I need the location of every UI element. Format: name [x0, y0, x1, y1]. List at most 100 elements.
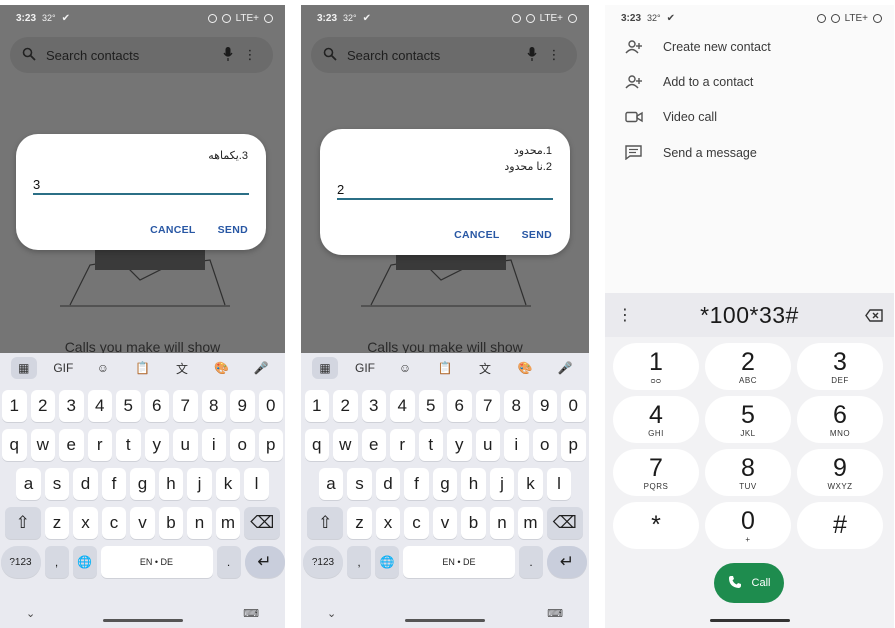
- key[interactable]: k: [518, 468, 543, 500]
- translate-icon[interactable]: 文: [472, 357, 498, 379]
- key[interactable]: f: [404, 468, 429, 500]
- sticker-icon[interactable]: ☺: [392, 357, 418, 379]
- key[interactable]: w: [30, 429, 55, 461]
- dialpad-key-6[interactable]: 6 MNO: [797, 396, 883, 443]
- key[interactable]: m: [518, 507, 543, 539]
- key[interactable]: r: [390, 429, 415, 461]
- key[interactable]: b: [461, 507, 486, 539]
- key[interactable]: h: [158, 468, 184, 500]
- mic-icon[interactable]: [217, 46, 239, 64]
- dialpad-key-2[interactable]: 2 ABC: [705, 343, 791, 390]
- key[interactable]: 0: [561, 390, 586, 422]
- gif-button[interactable]: GIF: [50, 357, 76, 379]
- dialpad-key-1[interactable]: 1 ᴑᴑ: [613, 343, 699, 390]
- keyboard-switch-icon[interactable]: ⌨: [243, 607, 259, 620]
- key[interactable]: p: [258, 429, 283, 461]
- backspace-key[interactable]: ⌫: [244, 507, 281, 539]
- language-globe-icon[interactable]: 🌐: [375, 546, 399, 578]
- key[interactable]: j: [489, 468, 515, 500]
- key[interactable]: g: [432, 468, 458, 500]
- key[interactable]: q: [304, 429, 329, 461]
- create-contact-item[interactable]: Create new contact: [625, 40, 771, 54]
- dialpad-key-hash[interactable]: #: [797, 502, 883, 549]
- key[interactable]: c: [101, 507, 127, 539]
- key[interactable]: 5: [418, 390, 443, 422]
- key[interactable]: 7: [173, 390, 198, 422]
- dialpad-key-7[interactable]: 7 PQRS: [613, 449, 699, 496]
- sticker-icon[interactable]: ☺: [90, 357, 116, 379]
- key[interactable]: u: [475, 429, 500, 461]
- search-bar[interactable]: Search contacts ⋮: [311, 37, 577, 73]
- dialog-input[interactable]: 2: [337, 180, 553, 200]
- key[interactable]: i: [504, 429, 529, 461]
- apps-grid-icon[interactable]: ▦: [10, 357, 37, 379]
- translate-icon[interactable]: 文: [169, 357, 195, 379]
- key[interactable]: 3: [361, 390, 386, 422]
- key[interactable]: 3: [59, 390, 84, 422]
- apps-grid-icon[interactable]: ▦: [312, 357, 338, 379]
- key[interactable]: n: [187, 507, 212, 539]
- comma-key[interactable]: ,: [347, 546, 371, 578]
- dialpad-key-8[interactable]: 8 TUV: [705, 449, 791, 496]
- key[interactable]: a: [16, 468, 41, 500]
- key[interactable]: z: [347, 507, 372, 539]
- key[interactable]: e: [59, 429, 84, 461]
- more-options-icon[interactable]: ⋮: [543, 47, 565, 63]
- dialpad-key-3[interactable]: 3 DEF: [797, 343, 883, 390]
- key[interactable]: s: [44, 468, 70, 500]
- enter-key[interactable]: ↵: [244, 546, 285, 578]
- key[interactable]: t: [116, 429, 141, 461]
- key[interactable]: 7: [475, 390, 500, 422]
- keyboard-switch-icon[interactable]: ⌨: [547, 607, 563, 620]
- palette-icon[interactable]: 🎨: [209, 357, 235, 379]
- key[interactable]: 0: [258, 390, 283, 422]
- send-button[interactable]: SEND: [522, 229, 552, 241]
- mic-icon[interactable]: [521, 46, 543, 64]
- key[interactable]: g: [130, 468, 155, 500]
- voice-input-icon[interactable]: 🎤: [552, 357, 578, 379]
- comma-key[interactable]: ,: [44, 546, 69, 578]
- search-input[interactable]: Search contacts: [347, 48, 521, 63]
- add-to-contact-item[interactable]: Add to a contact: [625, 75, 753, 89]
- enter-key[interactable]: ↵: [547, 546, 587, 578]
- key[interactable]: 5: [116, 390, 141, 422]
- key[interactable]: j: [187, 468, 212, 500]
- key[interactable]: z: [44, 507, 70, 539]
- space-bar[interactable]: EN • DE: [100, 546, 213, 578]
- key[interactable]: r: [87, 429, 112, 461]
- key[interactable]: c: [404, 507, 429, 539]
- key[interactable]: o: [230, 429, 255, 461]
- entered-number[interactable]: *100*33#: [645, 302, 854, 329]
- key[interactable]: m: [215, 507, 241, 539]
- more-options-icon[interactable]: ⋮: [605, 305, 645, 325]
- symbols-key[interactable]: ?123: [303, 546, 343, 578]
- key[interactable]: d: [375, 468, 401, 500]
- key[interactable]: a: [318, 468, 344, 500]
- key[interactable]: d: [73, 468, 98, 500]
- gif-button[interactable]: GIF: [352, 357, 378, 379]
- backspace-key[interactable]: ⌫: [546, 507, 583, 539]
- send-message-item[interactable]: Send a message: [625, 145, 757, 160]
- key[interactable]: l: [244, 468, 269, 500]
- key[interactable]: 6: [144, 390, 169, 422]
- key[interactable]: n: [489, 507, 515, 539]
- key[interactable]: 1: [2, 390, 27, 422]
- key[interactable]: u: [173, 429, 198, 461]
- key[interactable]: b: [158, 507, 184, 539]
- key[interactable]: x: [73, 507, 98, 539]
- palette-icon[interactable]: 🎨: [512, 357, 538, 379]
- key[interactable]: l: [546, 468, 572, 500]
- key[interactable]: 4: [390, 390, 415, 422]
- cancel-button[interactable]: CANCEL: [454, 229, 500, 241]
- period-key[interactable]: .: [216, 546, 241, 578]
- shift-key[interactable]: ⇧: [307, 507, 344, 539]
- send-button[interactable]: SEND: [218, 224, 248, 236]
- backspace-icon[interactable]: [854, 308, 894, 322]
- dialog-input[interactable]: 3: [33, 175, 249, 195]
- dialpad-key-0[interactable]: 0 +: [705, 502, 791, 549]
- key[interactable]: q: [2, 429, 27, 461]
- hide-keyboard-icon[interactable]: ⌄: [327, 607, 336, 620]
- key[interactable]: i: [201, 429, 226, 461]
- clipboard-icon[interactable]: 📋: [129, 357, 155, 379]
- key[interactable]: 4: [87, 390, 112, 422]
